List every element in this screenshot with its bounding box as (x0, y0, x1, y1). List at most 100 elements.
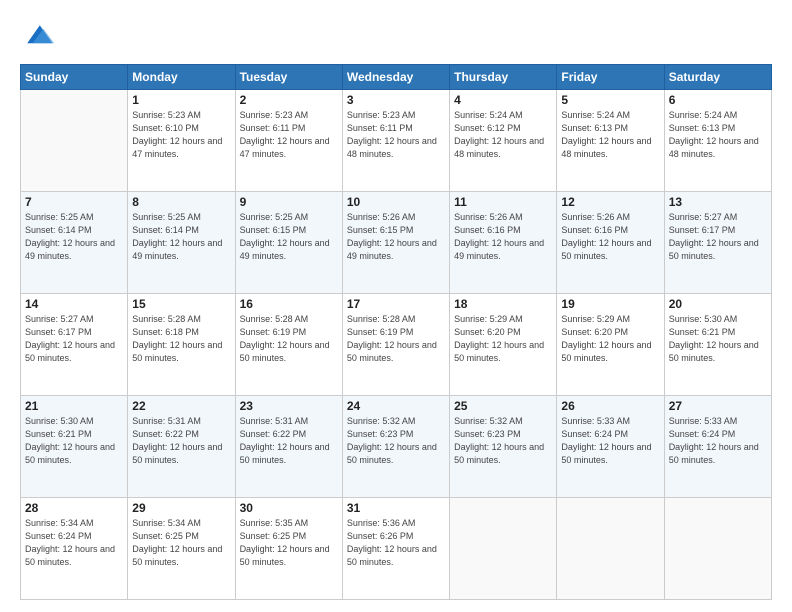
logo (20, 18, 60, 54)
day-info: Sunrise: 5:35 AMSunset: 6:25 PMDaylight:… (240, 517, 338, 569)
calendar-table: SundayMondayTuesdayWednesdayThursdayFrid… (20, 64, 772, 600)
day-info: Sunrise: 5:28 AMSunset: 6:19 PMDaylight:… (347, 313, 445, 365)
day-number: 11 (454, 195, 552, 209)
day-number: 7 (25, 195, 123, 209)
day-number: 12 (561, 195, 659, 209)
calendar-cell: 8 Sunrise: 5:25 AMSunset: 6:14 PMDaylight… (128, 192, 235, 294)
day-info: Sunrise: 5:31 AMSunset: 6:22 PMDaylight:… (240, 415, 338, 467)
calendar-cell: 12 Sunrise: 5:26 AMSunset: 6:16 PMDayligh… (557, 192, 664, 294)
day-number: 2 (240, 93, 338, 107)
calendar-week-3: 14Sunrise: 5:27 AMSunset: 6:17 PMDayligh… (21, 294, 772, 396)
calendar-cell: 30 Sunrise: 5:35 AMSunset: 6:25 PMDayligh… (235, 498, 342, 600)
day-info: Sunrise: 5:29 AMSunset: 6:20 PMDaylight:… (454, 313, 552, 365)
day-number: 30 (240, 501, 338, 515)
calendar-cell: 14Sunrise: 5:27 AMSunset: 6:17 PMDayligh… (21, 294, 128, 396)
day-number: 17 (347, 297, 445, 311)
day-info: Sunrise: 5:23 AMSunset: 6:10 PMDaylight:… (132, 109, 230, 161)
calendar-cell (664, 498, 771, 600)
calendar-cell (557, 498, 664, 600)
day-info: Sunrise: 5:34 AMSunset: 6:24 PMDaylight:… (25, 517, 123, 569)
calendar-cell (450, 498, 557, 600)
day-number: 24 (347, 399, 445, 413)
weekday-header-sunday: Sunday (21, 65, 128, 90)
calendar-cell: 26 Sunrise: 5:33 AMSunset: 6:24 PMDayligh… (557, 396, 664, 498)
calendar-cell: 31 Sunrise: 5:36 AMSunset: 6:26 PMDayligh… (342, 498, 449, 600)
day-info: Sunrise: 5:25 AMSunset: 6:14 PMDaylight:… (132, 211, 230, 263)
day-info: Sunrise: 5:33 AMSunset: 6:24 PMDaylight:… (561, 415, 659, 467)
day-info: Sunrise: 5:28 AMSunset: 6:19 PMDaylight:… (240, 313, 338, 365)
day-number: 19 (561, 297, 659, 311)
calendar-week-1: 1 Sunrise: 5:23 AMSunset: 6:10 PMDaylight… (21, 90, 772, 192)
calendar-cell: 29 Sunrise: 5:34 AMSunset: 6:25 PMDayligh… (128, 498, 235, 600)
day-number: 26 (561, 399, 659, 413)
day-number: 13 (669, 195, 767, 209)
day-number: 6 (669, 93, 767, 107)
calendar-cell: 16Sunrise: 5:28 AMSunset: 6:19 PMDayligh… (235, 294, 342, 396)
weekday-header-tuesday: Tuesday (235, 65, 342, 90)
weekday-header-monday: Monday (128, 65, 235, 90)
day-info: Sunrise: 5:25 AMSunset: 6:14 PMDaylight:… (25, 211, 123, 263)
weekday-header-saturday: Saturday (664, 65, 771, 90)
day-number: 4 (454, 93, 552, 107)
day-number: 5 (561, 93, 659, 107)
day-number: 20 (669, 297, 767, 311)
day-info: Sunrise: 5:32 AMSunset: 6:23 PMDaylight:… (347, 415, 445, 467)
day-info: Sunrise: 5:33 AMSunset: 6:24 PMDaylight:… (669, 415, 767, 467)
day-info: Sunrise: 5:26 AMSunset: 6:15 PMDaylight:… (347, 211, 445, 263)
calendar-header: SundayMondayTuesdayWednesdayThursdayFrid… (21, 65, 772, 90)
day-info: Sunrise: 5:26 AMSunset: 6:16 PMDaylight:… (561, 211, 659, 263)
day-info: Sunrise: 5:24 AMSunset: 6:13 PMDaylight:… (669, 109, 767, 161)
calendar-cell: 4 Sunrise: 5:24 AMSunset: 6:12 PMDaylight… (450, 90, 557, 192)
day-number: 28 (25, 501, 123, 515)
day-info: Sunrise: 5:30 AMSunset: 6:21 PMDaylight:… (25, 415, 123, 467)
weekday-header-friday: Friday (557, 65, 664, 90)
day-number: 10 (347, 195, 445, 209)
day-number: 27 (669, 399, 767, 413)
day-info: Sunrise: 5:36 AMSunset: 6:26 PMDaylight:… (347, 517, 445, 569)
calendar-cell: 7 Sunrise: 5:25 AMSunset: 6:14 PMDaylight… (21, 192, 128, 294)
day-number: 23 (240, 399, 338, 413)
calendar-cell: 15 Sunrise: 5:28 AMSunset: 6:18 PMDayligh… (128, 294, 235, 396)
day-number: 31 (347, 501, 445, 515)
calendar-cell: 27 Sunrise: 5:33 AMSunset: 6:24 PMDayligh… (664, 396, 771, 498)
day-number: 18 (454, 297, 552, 311)
calendar-cell: 5 Sunrise: 5:24 AMSunset: 6:13 PMDaylight… (557, 90, 664, 192)
day-info: Sunrise: 5:34 AMSunset: 6:25 PMDaylight:… (132, 517, 230, 569)
day-number: 8 (132, 195, 230, 209)
logo-icon (20, 18, 56, 54)
day-number: 22 (132, 399, 230, 413)
day-number: 1 (132, 93, 230, 107)
calendar-cell: 19 Sunrise: 5:29 AMSunset: 6:20 PMDayligh… (557, 294, 664, 396)
day-info: Sunrise: 5:29 AMSunset: 6:20 PMDaylight:… (561, 313, 659, 365)
day-number: 15 (132, 297, 230, 311)
calendar-cell: 28 Sunrise: 5:34 AMSunset: 6:24 PMDayligh… (21, 498, 128, 600)
calendar-cell (21, 90, 128, 192)
day-info: Sunrise: 5:26 AMSunset: 6:16 PMDaylight:… (454, 211, 552, 263)
day-number: 3 (347, 93, 445, 107)
weekday-header-wednesday: Wednesday (342, 65, 449, 90)
calendar-cell: 2 Sunrise: 5:23 AMSunset: 6:11 PMDaylight… (235, 90, 342, 192)
calendar-week-5: 28 Sunrise: 5:34 AMSunset: 6:24 PMDayligh… (21, 498, 772, 600)
weekday-header-row: SundayMondayTuesdayWednesdayThursdayFrid… (21, 65, 772, 90)
calendar-week-2: 7 Sunrise: 5:25 AMSunset: 6:14 PMDaylight… (21, 192, 772, 294)
calendar-cell: 9Sunrise: 5:25 AMSunset: 6:15 PMDaylight… (235, 192, 342, 294)
calendar-cell: 24 Sunrise: 5:32 AMSunset: 6:23 PMDayligh… (342, 396, 449, 498)
day-info: Sunrise: 5:28 AMSunset: 6:18 PMDaylight:… (132, 313, 230, 365)
calendar-cell: 10 Sunrise: 5:26 AMSunset: 6:15 PMDayligh… (342, 192, 449, 294)
calendar-cell: 11 Sunrise: 5:26 AMSunset: 6:16 PMDayligh… (450, 192, 557, 294)
day-info: Sunrise: 5:24 AMSunset: 6:13 PMDaylight:… (561, 109, 659, 161)
day-info: Sunrise: 5:27 AMSunset: 6:17 PMDaylight:… (669, 211, 767, 263)
day-number: 29 (132, 501, 230, 515)
calendar-cell: 21Sunrise: 5:30 AMSunset: 6:21 PMDayligh… (21, 396, 128, 498)
calendar-cell: 13 Sunrise: 5:27 AMSunset: 6:17 PMDayligh… (664, 192, 771, 294)
calendar-cell: 1 Sunrise: 5:23 AMSunset: 6:10 PMDaylight… (128, 90, 235, 192)
calendar-cell: 18 Sunrise: 5:29 AMSunset: 6:20 PMDayligh… (450, 294, 557, 396)
day-info: Sunrise: 5:23 AMSunset: 6:11 PMDaylight:… (240, 109, 338, 161)
calendar-cell: 6 Sunrise: 5:24 AMSunset: 6:13 PMDaylight… (664, 90, 771, 192)
calendar-body: 1 Sunrise: 5:23 AMSunset: 6:10 PMDaylight… (21, 90, 772, 600)
day-info: Sunrise: 5:24 AMSunset: 6:12 PMDaylight:… (454, 109, 552, 161)
day-info: Sunrise: 5:27 AMSunset: 6:17 PMDaylight:… (25, 313, 123, 365)
weekday-header-thursday: Thursday (450, 65, 557, 90)
day-number: 25 (454, 399, 552, 413)
day-info: Sunrise: 5:31 AMSunset: 6:22 PMDaylight:… (132, 415, 230, 467)
